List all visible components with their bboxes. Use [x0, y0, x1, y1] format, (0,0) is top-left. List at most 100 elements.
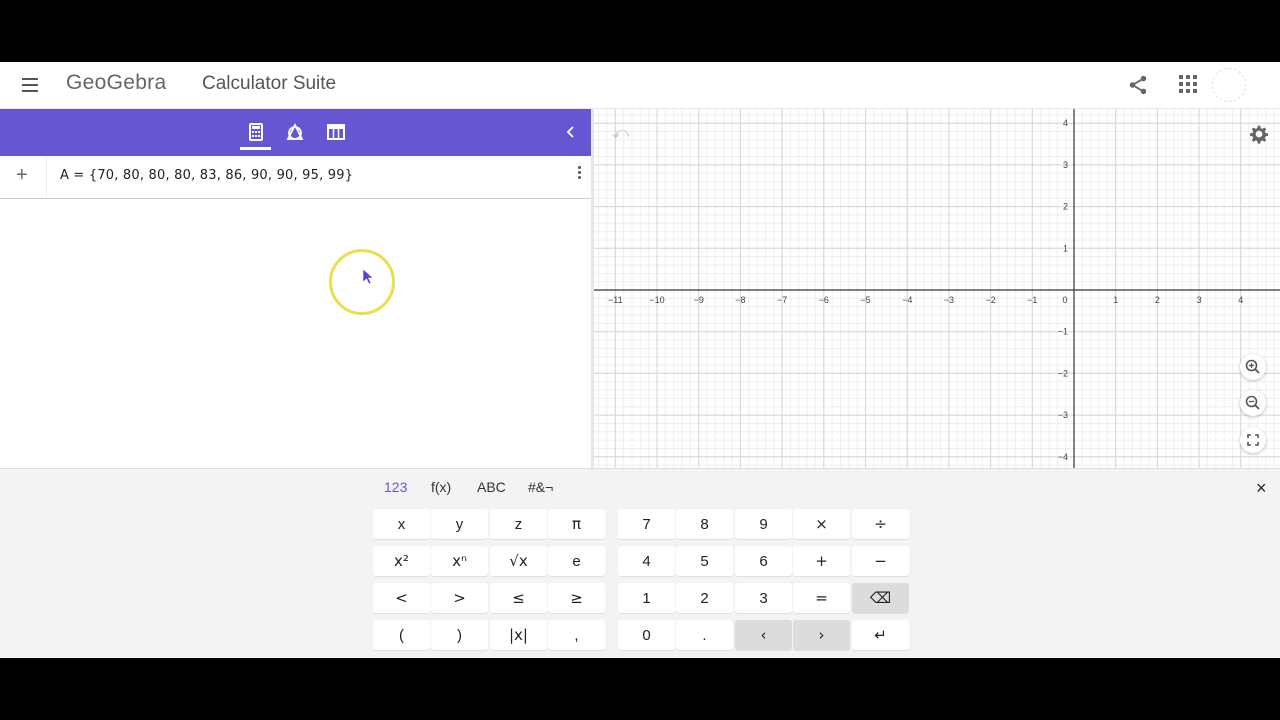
view-toolbar: [0, 109, 591, 156]
hamburger-menu-icon[interactable]: [18, 74, 42, 96]
key-comma[interactable]: ,: [548, 620, 605, 650]
app-header: GeoGebra Calculator Suite: [0, 62, 1280, 109]
key-2[interactable]: 2: [676, 583, 733, 613]
y-tick-label: 3: [1063, 160, 1068, 170]
key-divide[interactable]: ÷: [852, 509, 909, 539]
backspace-icon[interactable]: ⌫: [852, 583, 909, 613]
key-3[interactable]: 3: [735, 583, 792, 613]
key-y[interactable]: y: [431, 509, 488, 539]
y-tick-label: 2: [1063, 202, 1068, 212]
apps-grid-icon[interactable]: [1179, 75, 1197, 93]
keyboard-tabs: 123 f(x) ABC #&¬ ×: [0, 469, 1280, 505]
arrow-right-icon[interactable]: ›: [793, 620, 850, 650]
x-tick-label: −7: [777, 295, 787, 305]
key-open-paren[interactable]: (: [373, 620, 430, 650]
algebra-panel: + A = {70, 80, 80, 80, 83, 86, 90, 90, 9…: [0, 109, 591, 468]
video-letterbox-top: [0, 0, 1280, 62]
geogebra-logo: GeoGebra: [66, 71, 167, 94]
share-icon[interactable]: [1127, 74, 1149, 96]
graphics-view[interactable]: −11 −10 −9 −8 −7 −6 −5 −4 −3 −2 −1 0 1 2 3 4 4 3 2 1 −1 −2 −3−…: [594, 109, 1280, 468]
key-pi[interactable]: π: [548, 509, 605, 539]
key-close-paren[interactable]: ): [431, 620, 488, 650]
key-squared[interactable]: x²: [373, 546, 430, 576]
key-0[interactable]: 0: [618, 620, 675, 650]
x-tick-label: −9: [694, 295, 704, 305]
geogebra-app: GeoGebra Calculator Suite + A = {70, 80,…: [0, 62, 1280, 658]
key-6[interactable]: 6: [735, 546, 792, 576]
enter-icon[interactable]: ↵: [852, 620, 909, 650]
key-x[interactable]: x: [373, 509, 430, 539]
video-letterbox-bottom: [0, 658, 1280, 720]
user-avatar[interactable]: [1212, 68, 1246, 102]
x-tick-label: −8: [735, 295, 745, 305]
x-tick-label: −6: [819, 295, 829, 305]
x-tick-label: 3: [1197, 295, 1202, 305]
tools-view-icon[interactable]: [285, 122, 305, 142]
key-e[interactable]: e: [548, 546, 605, 576]
active-view-indicator: [240, 147, 271, 150]
y-tick-label: 1: [1063, 243, 1068, 253]
key-decimal[interactable]: .: [676, 620, 733, 650]
key-greater-than[interactable]: >: [431, 583, 488, 613]
y-tick-label: −2: [1058, 368, 1068, 378]
key-equals[interactable]: =: [793, 583, 850, 613]
x-tick-label: 2: [1155, 295, 1160, 305]
key-less-than[interactable]: <: [373, 583, 430, 613]
row-divider: [46, 156, 47, 198]
key-less-equal[interactable]: ≤: [490, 583, 547, 613]
key-plus[interactable]: +: [793, 546, 850, 576]
virtual-keyboard: 123 f(x) ABC #&¬ × x y z π x² xⁿ √x e < …: [0, 468, 1280, 658]
key-7[interactable]: 7: [618, 509, 675, 539]
zoom-in-button[interactable]: [1240, 354, 1266, 380]
key-1[interactable]: 1: [618, 583, 675, 613]
settings-gear-icon[interactable]: [1249, 124, 1269, 144]
tab-functions[interactable]: f(x): [431, 479, 451, 495]
key-4[interactable]: 4: [618, 546, 675, 576]
mouse-pointer-icon: [363, 269, 374, 285]
x-tick-label: −2: [985, 295, 995, 305]
cursor-highlight-ring: [329, 249, 395, 315]
x-tick-label: −3: [944, 295, 954, 305]
x-tick-label: 4: [1238, 295, 1243, 305]
zoom-out-icon: [1245, 395, 1260, 410]
x-tick-label: −11: [608, 295, 623, 305]
algebra-input-row[interactable]: + A = {70, 80, 80, 80, 83, 86, 90, 90, 9…: [0, 156, 591, 199]
calculator-view-icon[interactable]: [246, 122, 266, 142]
key-sqrt[interactable]: √x: [490, 546, 547, 576]
fullscreen-button[interactable]: [1240, 427, 1266, 453]
tab-abc[interactable]: ABC: [477, 479, 506, 495]
key-minus[interactable]: −: [852, 546, 909, 576]
undo-button[interactable]: ⤺: [612, 125, 629, 143]
key-power[interactable]: xⁿ: [431, 546, 488, 576]
more-options-icon[interactable]: [575, 164, 583, 184]
y-tick-label: −3: [1058, 410, 1068, 420]
x-tick-label: −10: [649, 295, 664, 305]
x-tick-label: −5: [860, 295, 870, 305]
x-tick-label: 1: [1113, 295, 1118, 305]
add-item-button[interactable]: +: [16, 165, 28, 185]
x-tick-label: 0: [1062, 295, 1067, 305]
collapse-panel-icon[interactable]: [563, 124, 579, 140]
fullscreen-icon: [1247, 434, 1259, 446]
zoom-out-button[interactable]: [1240, 390, 1266, 416]
key-5[interactable]: 5: [676, 546, 733, 576]
tab-symbols[interactable]: #&¬: [528, 479, 553, 495]
key-abs[interactable]: |x|: [490, 620, 547, 650]
x-tick-label: −1: [1027, 295, 1037, 305]
zoom-in-icon: [1245, 359, 1260, 374]
key-multiply[interactable]: ×: [793, 509, 850, 539]
key-8[interactable]: 8: [676, 509, 733, 539]
y-tick-label: −4: [1058, 452, 1068, 462]
key-z[interactable]: z: [490, 509, 547, 539]
algebra-expression[interactable]: A = {70, 80, 80, 80, 83, 86, 90, 90, 95,…: [60, 168, 353, 183]
key-9[interactable]: 9: [735, 509, 792, 539]
tab-123[interactable]: 123: [384, 479, 407, 495]
coordinate-grid: −11 −10 −9 −8 −7 −6 −5 −4 −3 −2 −1 0 1 2 3 44321−1−2−3−…: [594, 109, 1280, 468]
close-keyboard-icon[interactable]: ×: [1256, 478, 1267, 499]
key-greater-equal[interactable]: ≥: [548, 583, 605, 613]
y-tick-label: 4: [1063, 118, 1068, 128]
arrow-left-icon[interactable]: ‹: [735, 620, 792, 650]
x-tick-label: −4: [902, 295, 912, 305]
y-tick-label: −1: [1058, 327, 1068, 337]
table-view-icon[interactable]: [326, 122, 346, 142]
